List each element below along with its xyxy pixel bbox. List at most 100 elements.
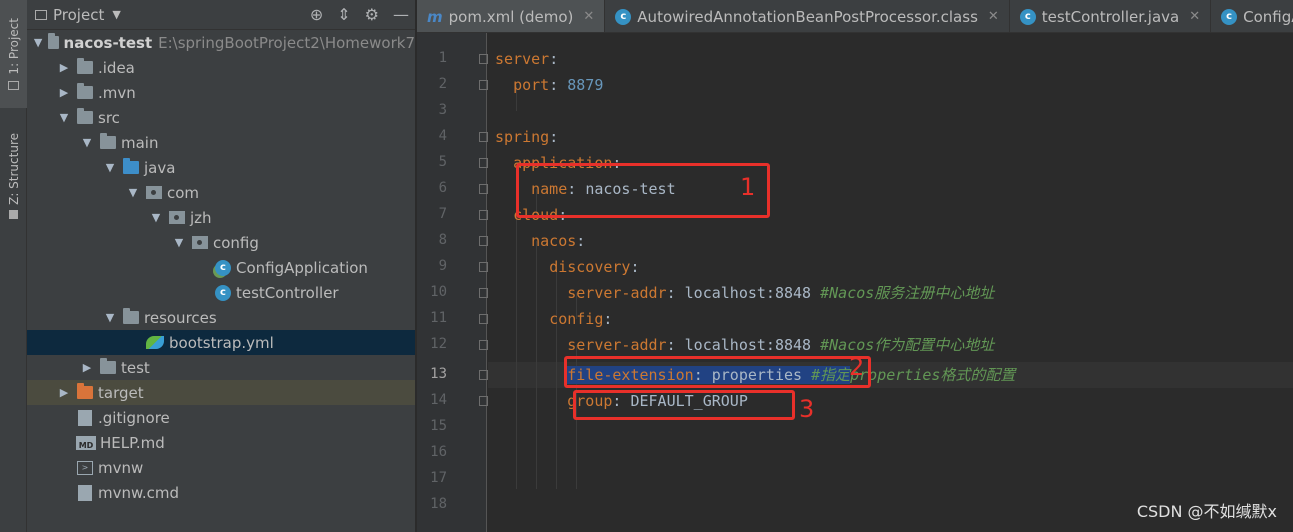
fold-marker-icon[interactable] — [479, 262, 488, 272]
project-path: E:\springBootProject2\Homework7 — [158, 33, 415, 52]
code-line-4: spring: — [495, 128, 559, 146]
gear-icon[interactable]: ⚙ — [365, 7, 379, 23]
fold-marker-icon[interactable] — [479, 158, 488, 168]
tree-item-resources[interactable]: ▼ resources — [27, 305, 415, 330]
tab-label: pom.xml (demo) — [448, 7, 574, 26]
fold-marker-icon[interactable] — [479, 370, 488, 380]
expand-arrow-icon[interactable]: ▼ — [148, 211, 164, 224]
line-number: 15 — [430, 418, 447, 434]
file-icon — [78, 409, 92, 426]
collapse-icon[interactable]: ⇕ — [337, 7, 350, 23]
close-icon[interactable]: ✕ — [988, 9, 999, 24]
expand-arrow-icon[interactable]: ▼ — [56, 111, 72, 124]
package-icon — [192, 236, 208, 249]
fold-marker-icon[interactable] — [479, 340, 488, 350]
collapse-arrow-icon[interactable]: ▶ — [79, 361, 95, 374]
line-number: 4 — [438, 128, 447, 144]
tree-item-label: .gitignore — [98, 408, 170, 427]
tree-item-com[interactable]: ▼ com — [27, 180, 415, 205]
watermark: CSDN @不如缄默x — [1136, 502, 1277, 521]
code-line-2: port: 8879 — [513, 76, 604, 94]
tree-item-help-md[interactable]: MD HELP.md — [27, 430, 415, 455]
tree-item-java[interactable]: ▼ java — [27, 155, 415, 180]
code-editor[interactable]: server: port: 8879 spring: application: … — [488, 33, 1293, 532]
code-line-1: server: — [495, 50, 559, 68]
tree-item-label: nacos-test — [63, 33, 153, 52]
project-tool-tab-label: 1: Project — [6, 18, 21, 75]
tree-item-mvnw[interactable]: > mvnw — [27, 455, 415, 480]
tree-item-label: testController — [236, 283, 339, 302]
collapse-arrow-icon[interactable]: ▶ — [56, 86, 72, 99]
line-number: 2 — [438, 76, 447, 92]
fold-marker-icon[interactable] — [479, 396, 488, 406]
line-number: 8 — [438, 232, 447, 248]
fold-marker-icon[interactable] — [479, 314, 488, 324]
expand-arrow-icon[interactable]: ▼ — [171, 236, 187, 249]
fold-marker-icon[interactable] — [479, 184, 488, 194]
line-number-gutter: 1 2 3 4 5 6 7 8 9 10 11 12 13 14 15 16 17 18 — [417, 33, 488, 532]
target-icon[interactable]: ⊕ — [310, 7, 323, 23]
line-number: 11 — [430, 310, 447, 326]
tree-item-src[interactable]: ▼ src — [27, 105, 415, 130]
tree-item-configapplication[interactable]: c ConfigApplication — [27, 255, 415, 280]
tab-test-controller[interactable]: c testController.java ✕ — [1010, 0, 1212, 32]
tree-item-label: HELP.md — [100, 433, 165, 452]
spring-class-icon: c — [1221, 8, 1238, 25]
tree-item-mvn[interactable]: ▶ .mvn — [27, 80, 415, 105]
project-tree: ▼ nacos-test E:\springBootProject2\Homewor… — [27, 30, 415, 505]
tab-label: testController.java — [1041, 7, 1180, 26]
tab-autowired-class[interactable]: c AutowiredAnnotationBeanPostProcessor.c… — [605, 0, 1010, 32]
tree-item-jzh[interactable]: ▼ jzh — [27, 205, 415, 230]
collapse-arrow-icon[interactable]: ▶ — [56, 386, 72, 399]
folder-icon — [77, 58, 93, 74]
tree-item-testcontroller[interactable]: c testController — [27, 280, 415, 305]
tree-item-main[interactable]: ▼ main — [27, 130, 415, 155]
chevron-down-icon[interactable]: ▼ — [112, 8, 120, 21]
annotation-box-1 — [516, 163, 770, 218]
line-number: 14 — [430, 392, 447, 408]
class-icon: c — [1019, 8, 1036, 25]
spring-yaml-icon — [146, 336, 164, 349]
tree-item-label: src — [98, 108, 120, 127]
fold-marker-icon[interactable] — [479, 236, 488, 246]
project-tool-icon — [8, 80, 19, 90]
collapse-arrow-icon[interactable]: ▶ — [56, 61, 72, 74]
tree-item-idea[interactable]: ▶ .idea — [27, 55, 415, 80]
folder-icon — [100, 133, 116, 149]
fold-marker-icon[interactable] — [479, 80, 488, 90]
annotation-label-3: 3 — [799, 395, 815, 423]
line-number: 1 — [438, 50, 447, 66]
tree-item-gitignore[interactable]: .gitignore — [27, 405, 415, 430]
fold-marker-icon[interactable] — [479, 132, 488, 142]
tree-item-test[interactable]: ▶ test — [27, 355, 415, 380]
expand-arrow-icon[interactable]: ▼ — [79, 136, 95, 149]
code-line-11: config: — [549, 310, 613, 328]
project-tool-tab[interactable]: 1: Project — [0, 0, 27, 108]
tab-pom-xml[interactable]: m pom.xml (demo) ✕ — [417, 0, 606, 32]
excluded-folder-icon — [77, 383, 93, 399]
fold-marker-icon[interactable] — [479, 210, 488, 220]
line-number: 5 — [438, 154, 447, 170]
close-icon[interactable]: ✕ — [583, 9, 594, 24]
expand-arrow-icon[interactable]: ▼ — [33, 36, 43, 49]
tree-item-label: target — [98, 383, 144, 402]
maven-icon: m — [427, 7, 443, 26]
tree-item-nacos-test[interactable]: ▼ nacos-test E:\springBootProject2\Homewor… — [27, 30, 415, 55]
fold-marker-icon[interactable] — [479, 288, 488, 298]
tab-config-application[interactable]: c ConfigA — [1211, 0, 1293, 32]
fold-marker-icon[interactable] — [479, 54, 488, 64]
expand-arrow-icon[interactable]: ▼ — [125, 186, 141, 199]
class-icon: c — [215, 284, 231, 301]
line-number: 13 — [430, 366, 447, 382]
structure-tool-tab[interactable]: Z: Structure — [0, 126, 27, 226]
minimize-icon[interactable]: — — [393, 7, 409, 23]
tree-item-bootstrap-yml[interactable]: bootstrap.yml — [27, 330, 415, 355]
expand-arrow-icon[interactable]: ▼ — [102, 161, 118, 174]
tree-item-target[interactable]: ▶ target — [27, 380, 415, 405]
expand-arrow-icon[interactable]: ▼ — [102, 311, 118, 324]
tree-item-mvnw-cmd[interactable]: mvnw.cmd — [27, 480, 415, 505]
close-icon[interactable]: ✕ — [1189, 9, 1200, 24]
tab-label: ConfigA — [1243, 7, 1293, 26]
tree-item-config[interactable]: ▼ config — [27, 230, 415, 255]
package-icon — [146, 186, 162, 199]
